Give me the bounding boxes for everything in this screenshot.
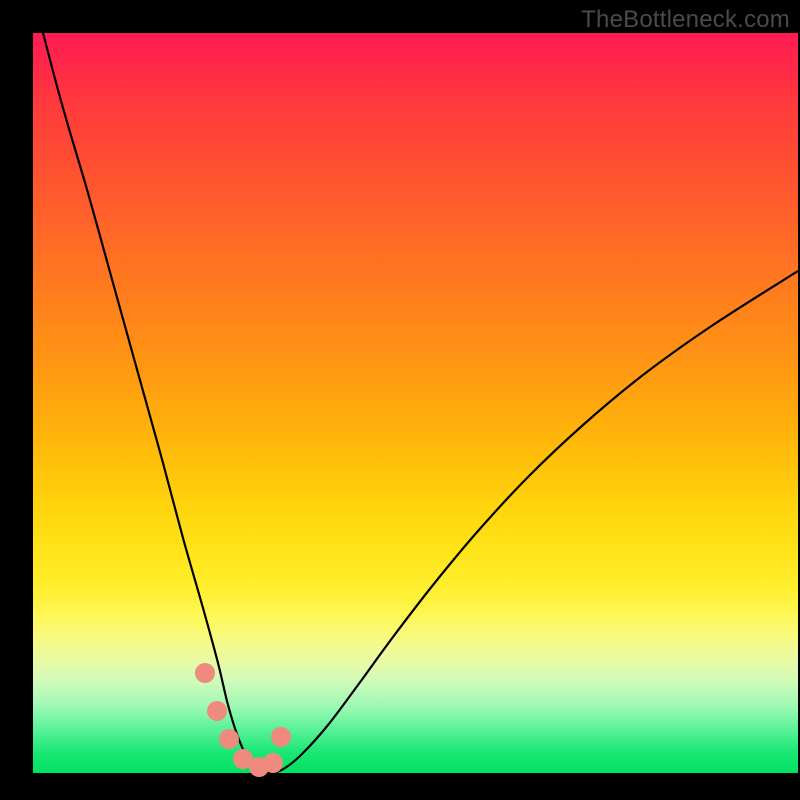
highlight-marker <box>195 663 215 683</box>
highlight-marker <box>271 727 291 747</box>
chart-frame: TheBottleneck.com <box>0 0 800 800</box>
bottleneck-curve <box>43 33 798 773</box>
watermark-text: TheBottleneck.com <box>581 6 790 34</box>
highlight-marker <box>207 701 227 721</box>
plot-area <box>33 33 798 773</box>
highlight-marker <box>263 753 283 773</box>
bottleneck-curve-svg <box>33 33 798 773</box>
highlight-markers <box>195 663 291 777</box>
highlight-marker <box>219 729 239 749</box>
